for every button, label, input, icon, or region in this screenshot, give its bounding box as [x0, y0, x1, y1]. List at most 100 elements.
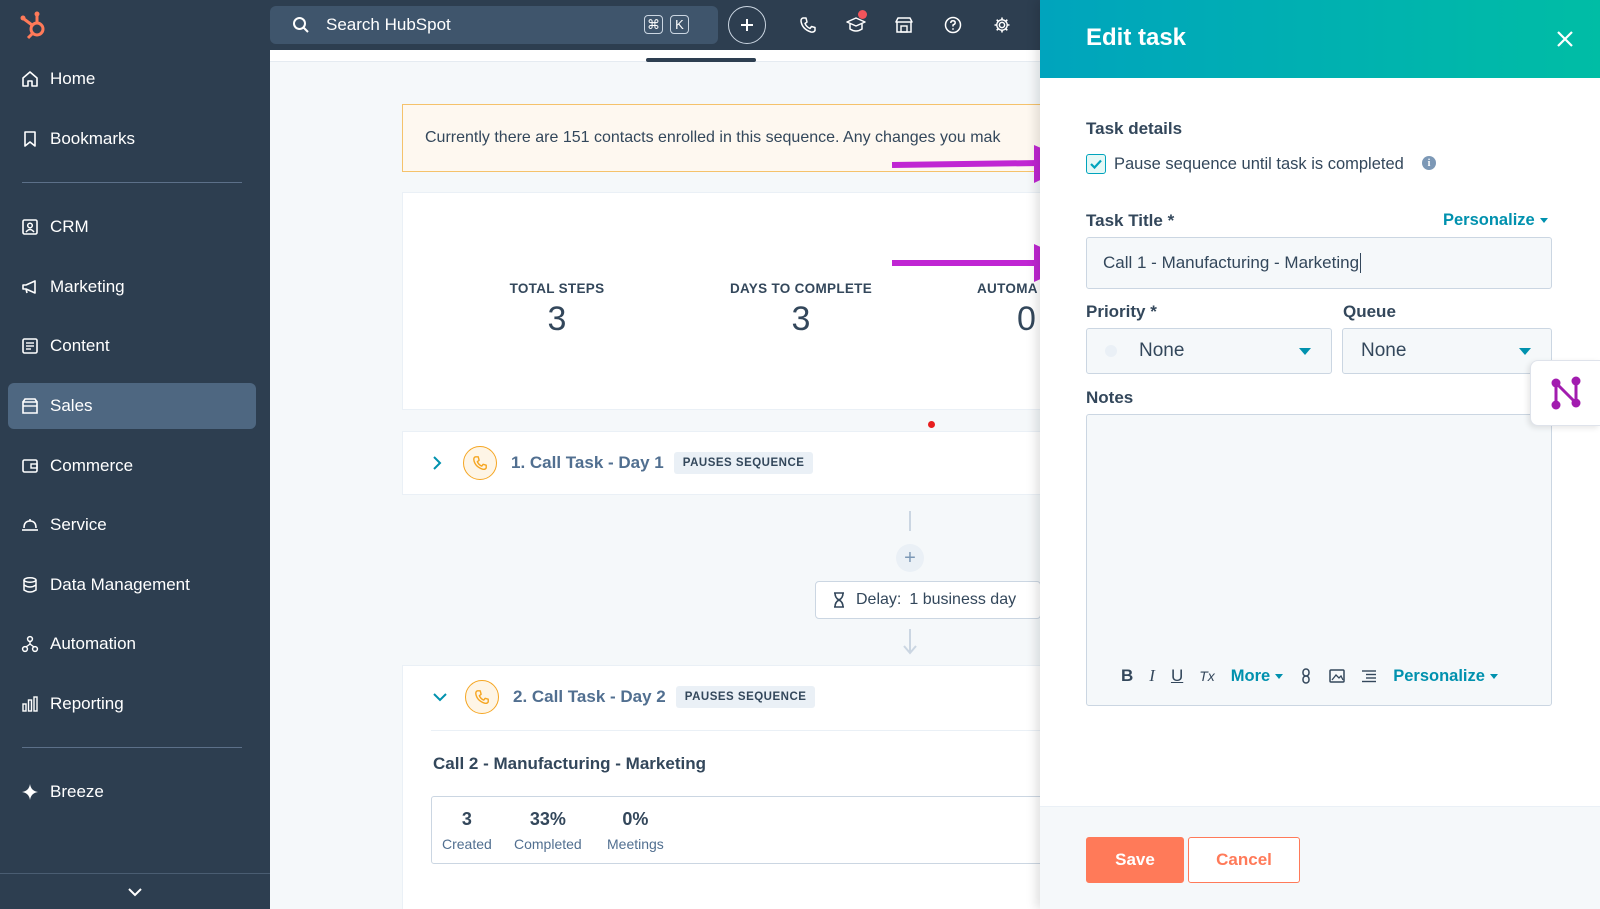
commerce-icon — [22, 459, 38, 473]
call-task-icon — [465, 680, 499, 714]
stat-label: TOTAL STEPS — [509, 281, 605, 296]
save-button[interactable]: Save — [1086, 837, 1184, 883]
queue-select[interactable]: None — [1342, 328, 1552, 374]
metric-label: Completed — [514, 836, 582, 852]
close-button[interactable] — [1550, 24, 1580, 54]
sidebar-item-sales[interactable]: Sales — [8, 383, 256, 429]
panel-header: Edit task — [1040, 0, 1600, 78]
plus-icon: + — [904, 546, 916, 569]
store-icon — [895, 17, 913, 33]
help-icon — [944, 16, 962, 34]
help-button[interactable] — [933, 5, 973, 45]
priority-dot-icon — [1105, 345, 1117, 357]
sidebar-item-commerce[interactable]: Commerce — [8, 443, 256, 489]
sidebar-item-automation[interactable]: Automation — [8, 621, 256, 667]
chevron-down-icon — [128, 887, 142, 896]
more-label: More — [1230, 666, 1271, 685]
content-icon — [22, 338, 38, 354]
sidebar-item-label: Sales — [50, 396, 93, 415]
gear-icon — [994, 17, 1010, 33]
step-title[interactable]: 2. Call Task - Day 2 — [513, 687, 666, 707]
notes-toolbar: B I U Tx More Personalize — [1121, 661, 1514, 691]
sidebar-item-label: CRM — [50, 217, 89, 236]
chevron-down-icon[interactable] — [431, 691, 449, 703]
priority-select[interactable]: None — [1086, 328, 1332, 374]
clear-format-button[interactable]: Tx — [1199, 668, 1215, 684]
service-icon — [22, 519, 38, 531]
calling-button[interactable] — [788, 5, 828, 45]
plus-icon — [741, 19, 753, 31]
info-icon[interactable]: i — [1422, 156, 1436, 170]
stat-automated: AUTOMA 0 — [923, 281, 1040, 339]
marketplace-button[interactable] — [884, 5, 924, 45]
academy-button[interactable] — [836, 5, 876, 45]
sidebar-item-label: Data Management — [50, 575, 190, 594]
hourglass-icon — [834, 592, 844, 608]
shortcut-key: ⌘ — [644, 15, 663, 34]
underline-button[interactable]: U — [1171, 666, 1183, 686]
caret-down-icon — [1299, 348, 1311, 355]
chart-icon — [22, 696, 38, 712]
extension-widget-button[interactable] — [1530, 360, 1600, 426]
sidebar-item-label: Content — [50, 336, 110, 355]
sidebar-item-label: Bookmarks — [50, 129, 136, 148]
sidebar-item-marketing[interactable]: Marketing — [8, 264, 256, 310]
step-title[interactable]: 1. Call Task - Day 1 — [511, 453, 664, 473]
settings-button[interactable] — [982, 5, 1022, 45]
sidebar-item-label: Commerce — [50, 456, 134, 475]
caret-down-icon — [1539, 218, 1548, 223]
stat-days-to-complete: DAYS TO COMPLETE 3 — [701, 281, 901, 339]
metric-value: 0% — [622, 809, 649, 829]
contacts-icon — [22, 219, 38, 235]
italic-button[interactable]: I — [1149, 666, 1155, 686]
bold-button[interactable]: B — [1121, 666, 1133, 686]
sidebar-item-breeze[interactable]: Breeze — [8, 769, 256, 815]
delay-indicator[interactable]: Delay: 1 business day — [815, 581, 1040, 619]
notes-editor[interactable]: B I U Tx More Personalize — [1086, 414, 1552, 706]
active-tab-indicator — [646, 58, 756, 62]
stat-value: 3 — [791, 300, 811, 338]
sidebar-item-content[interactable]: Content — [8, 323, 256, 369]
delay-value: 1 business day — [909, 591, 1017, 608]
sidebar-item-home[interactable]: Home — [8, 56, 256, 102]
step-metrics: 3 Created 33% Completed 0% Meetings — [431, 796, 1040, 864]
sidebar-collapse-button[interactable] — [0, 873, 270, 909]
panel-title: Edit task — [1086, 24, 1187, 51]
megaphone-icon — [22, 280, 36, 294]
sequence-step-2[interactable]: 2. Call Task - Day 2 PAUSES SEQUENCE Cal… — [402, 665, 1040, 909]
add-step-button[interactable]: + — [896, 544, 924, 572]
panel-footer: Save Cancel — [1040, 806, 1600, 909]
more-dropdown[interactable]: More — [1230, 666, 1284, 686]
create-button[interactable] — [728, 6, 766, 44]
task-title-input[interactable]: Call 1 - Manufacturing - Marketing — [1086, 237, 1552, 289]
sidebar-item-reporting[interactable]: Reporting — [8, 681, 256, 727]
edit-task-panel: Edit task Task details Pause sequence un… — [1040, 0, 1600, 909]
sidebar-item-bookmarks[interactable]: Bookmarks — [8, 116, 256, 162]
link-button[interactable] — [1299, 668, 1313, 684]
queue-label: Queue — [1343, 302, 1396, 321]
sidebar-divider — [22, 182, 242, 183]
chevron-right-icon[interactable] — [431, 454, 443, 472]
personalize-dropdown[interactable]: Personalize — [1443, 211, 1548, 230]
sequence-step-1[interactable]: 1. Call Task - Day 1 PAUSES SEQUENCE — [402, 431, 1040, 495]
search-input[interactable]: Search HubSpot ⌘ K — [270, 6, 718, 44]
notes-personalize-dropdown[interactable]: Personalize — [1393, 667, 1498, 686]
cancel-button[interactable]: Cancel — [1188, 837, 1300, 883]
bookmark-icon — [24, 131, 36, 147]
sidebar-item-label: Automation — [50, 634, 136, 653]
queue-value: None — [1361, 340, 1407, 361]
text-cursor — [1360, 253, 1362, 273]
node-graph-icon — [1551, 376, 1580, 410]
hubspot-logo-icon[interactable] — [18, 10, 50, 42]
text-align-button[interactable] — [1361, 669, 1377, 683]
pause-sequence-checkbox[interactable] — [1086, 154, 1106, 174]
stat-total-steps: TOTAL STEPS 3 — [457, 281, 657, 339]
personalize-label: Personalize — [1443, 211, 1535, 229]
image-button[interactable] — [1329, 669, 1345, 683]
sidebar-item-crm[interactable]: CRM — [8, 204, 256, 250]
arrow-down-icon — [901, 628, 919, 661]
sidebar-item-data-management[interactable]: Data Management — [8, 562, 256, 608]
priority-value: None — [1139, 340, 1185, 361]
sales-icon — [22, 398, 38, 414]
sidebar-item-service[interactable]: Service — [8, 502, 256, 548]
